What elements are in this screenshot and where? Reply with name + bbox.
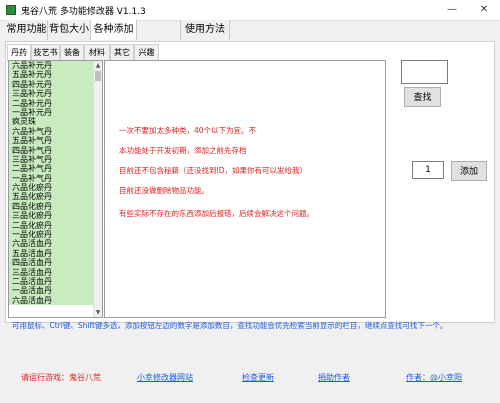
tab-bag-size[interactable]: 背包大小 <box>48 20 91 40</box>
tab-interests[interactable]: 兴趣 <box>134 44 159 60</box>
item-list-scrollbar[interactable]: ▲ ▼ <box>93 61 102 317</box>
game-name: 鬼谷八荒 <box>69 373 101 382</box>
list-item[interactable]: 疯灵珠 <box>9 117 97 127</box>
list-item[interactable]: 一品活血丹 <box>9 286 97 296</box>
list-item[interactable]: 二品化瘀丹 <box>9 220 97 231</box>
main-tab-bar: 常用功能 背包大小 各种添加 使用方法 <box>0 20 500 40</box>
item-list[interactable]: 六品补元丹 五品补元丹 四品补元丹 三品补元丹 二品补元丹 一品补元丹 疯灵珠 六品补气丹 五品… <box>8 60 103 318</box>
list-item[interactable]: 四品化瘀丹 <box>9 201 97 212</box>
list-item[interactable]: 二品活血丹 <box>9 276 97 287</box>
app-icon <box>6 5 16 15</box>
scroll-thumb[interactable] <box>95 71 101 81</box>
list-item[interactable]: 五品补元丹 <box>9 70 97 80</box>
search-button[interactable]: 查找 <box>404 87 441 107</box>
list-item[interactable]: 五品活血丹 <box>9 248 97 259</box>
search-input[interactable] <box>401 60 448 84</box>
tab-skill-books[interactable]: 技艺书 <box>31 44 60 60</box>
list-item[interactable]: 六品补气丹 <box>9 126 97 137</box>
tab-equipment[interactable]: 装备 <box>60 44 84 60</box>
list-item[interactable]: 四品补元丹 <box>9 79 97 90</box>
list-item[interactable]: 三品补气丹 <box>9 154 97 165</box>
window-title: 鬼谷八荒 多功能修改器 V1.1.3 <box>21 7 146 17</box>
check-update-link[interactable]: 检查更新 <box>242 372 274 383</box>
list-item[interactable]: 一品补气丹 <box>9 173 97 184</box>
list-item[interactable]: 三品活血丹 <box>9 267 97 277</box>
list-item[interactable]: 六品补元丹 <box>9 61 97 71</box>
note-line: 目前还没做删除物品功能。 <box>119 186 209 195</box>
minimize-button[interactable]: — <box>438 0 466 20</box>
notes-panel: 一次不要加太多种类，40个以下为宜。不 本功能处于开发初期，添加之前先存档 目前… <box>104 60 386 318</box>
title-bar: 鬼谷八荒 多功能修改器 V1.1.3 — ✕ <box>0 0 500 21</box>
list-item[interactable]: 三品补元丹 <box>9 89 97 99</box>
note-line: 一次不要加太多种类，40个以下为宜。不 <box>119 126 257 135</box>
close-button[interactable]: ✕ <box>470 0 498 20</box>
note-line: 本功能处于开发初期，添加之前先存档 <box>119 146 247 155</box>
list-item[interactable]: 五品化瘀丹 <box>9 192 97 202</box>
item-list-items: 六品补元丹 五品补元丹 四品补元丹 三品补元丹 二品补元丹 一品补元丹 疯灵珠 六品补气丹 五品… <box>9 61 102 306</box>
note-line: 有些实际不存在的东西添加后报错，后续会解决这个问题。 <box>119 209 314 218</box>
tab-usage[interactable]: 使用方法 <box>180 20 230 40</box>
list-item[interactable]: 二品补气丹 <box>9 164 97 174</box>
list-item[interactable]: 五品补气丹 <box>9 136 97 146</box>
list-item[interactable]: 一品补元丹 <box>9 107 97 118</box>
usage-hint: 可用鼠标、Ctrl键、Shift键多选，添加按钮左边的数字是添加数目，查找功能会… <box>12 321 448 330</box>
tab-materials[interactable]: 材料 <box>84 44 110 60</box>
note-line: 目前还不包含秘籍（还没找到ID，如果你有可以发给我） <box>119 166 307 175</box>
tab-pills[interactable]: 丹药 <box>7 44 31 61</box>
game-label: 请运行游戏： <box>21 373 69 382</box>
list-item[interactable]: 六品活血丹 <box>9 239 97 249</box>
list-item[interactable]: 六品化瘀丹 <box>9 183 97 193</box>
author-link[interactable]: 作者：@小幸阳 <box>406 372 462 383</box>
list-item[interactable]: 四品活血丹 <box>9 258 97 268</box>
donate-link[interactable]: 捐助作者 <box>318 372 350 383</box>
site-link[interactable]: 小幸修改器网站 <box>137 372 193 383</box>
scroll-up-icon[interactable]: ▲ <box>94 61 102 70</box>
tab-common[interactable]: 常用功能 <box>6 20 48 40</box>
tab-others[interactable]: 其它 <box>110 44 134 60</box>
list-item[interactable]: 六品活血丹 <box>9 295 97 306</box>
list-item[interactable]: 一品化瘀丹 <box>9 230 97 240</box>
scroll-down-icon[interactable]: ▼ <box>94 308 102 317</box>
list-item[interactable]: 二品补元丹 <box>9 98 97 108</box>
add-button[interactable]: 添加 <box>451 161 487 181</box>
list-item[interactable]: 四品补气丹 <box>9 145 97 155</box>
list-item[interactable]: 三品化瘀丹 <box>9 211 97 221</box>
quantity-input[interactable]: 1 <box>412 161 444 179</box>
tab-add-items[interactable]: 各种添加 <box>91 20 137 40</box>
